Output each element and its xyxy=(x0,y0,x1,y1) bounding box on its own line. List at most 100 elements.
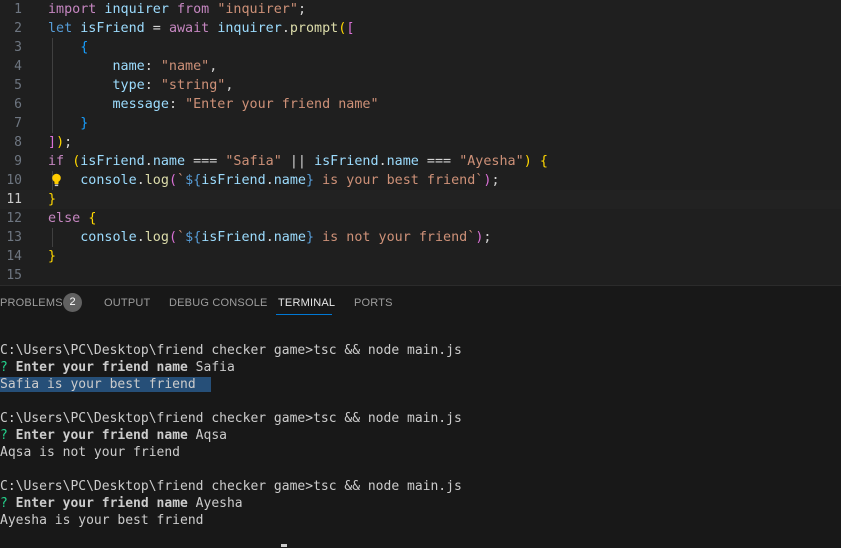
code-token: ( xyxy=(168,230,177,245)
code-token: ; xyxy=(491,173,500,188)
code-token: , xyxy=(225,78,234,93)
problems-count-badge: 2 xyxy=(63,293,82,312)
code-token: inquirer xyxy=(96,2,177,17)
code-line[interactable]: 3 { xyxy=(0,38,841,57)
code-text: { xyxy=(48,38,88,57)
code-token: || xyxy=(281,154,315,169)
code-token: else xyxy=(48,211,81,226)
code-token: . xyxy=(265,173,274,188)
code-token: if xyxy=(48,154,65,169)
terminal-output-line: Safia is your best friend xyxy=(0,376,212,393)
code-token: . xyxy=(136,230,145,245)
code-token: console xyxy=(80,173,137,188)
prompt-mark: ? xyxy=(0,428,8,443)
code-line[interactable]: 14} xyxy=(0,247,841,266)
code-token: ${ xyxy=(185,230,202,245)
code-line[interactable]: 13 console.log(`${isFriend.name} is not … xyxy=(0,228,841,247)
code-line[interactable]: 12 else { xyxy=(0,209,841,228)
code-token: isFriend xyxy=(201,173,266,188)
code-line[interactable]: 1 import inquirer from "inquirer"; xyxy=(0,0,841,19)
code-line[interactable]: 10 console.log(`${isFriend.name} is your… xyxy=(0,171,841,190)
code-text: let isFriend = await inquirer.prompt([ xyxy=(48,19,354,38)
code-token: "inquirer" xyxy=(217,2,298,17)
code-token: import xyxy=(48,2,97,17)
code-line[interactable]: 11} xyxy=(0,190,841,209)
code-line[interactable]: 8]); xyxy=(0,133,841,152)
code-token: { xyxy=(539,154,548,169)
code-token: "Safia" xyxy=(225,154,282,169)
code-token: let xyxy=(48,21,73,36)
code-token: name xyxy=(273,230,306,245)
terminal-output-line: Ayesha is your best friend xyxy=(0,513,204,528)
code-line[interactable]: 6 message: "Enter your friend name" xyxy=(0,95,841,114)
line-number: 10 xyxy=(6,173,22,188)
line-number: 14 xyxy=(6,249,22,264)
code-token: ; xyxy=(64,135,73,150)
code-token: } xyxy=(48,192,57,207)
line-number: 1 xyxy=(14,2,22,17)
tab-terminal[interactable]: TERMINAL xyxy=(278,297,335,309)
code-token: === xyxy=(418,154,460,169)
code-token: log xyxy=(144,230,169,245)
code-token: name xyxy=(273,173,306,188)
line-number: 15 xyxy=(6,268,22,283)
code-text: type: "string", xyxy=(48,76,234,95)
prompt-mark: ? xyxy=(0,496,8,511)
line-number: 5 xyxy=(14,78,22,93)
code-token: ; xyxy=(297,2,306,17)
code-token: ` xyxy=(177,173,186,188)
line-number: 8 xyxy=(14,135,22,150)
prompt-text: Enter your friend name xyxy=(15,360,188,375)
code-line[interactable]: 7 } xyxy=(0,114,841,133)
line-number: 2 xyxy=(14,21,22,36)
code-editor[interactable]: 1 import inquirer from "inquirer"; 2 let is… xyxy=(0,0,841,285)
code-token: . xyxy=(136,173,145,188)
lightbulb-icon[interactable] xyxy=(51,173,62,187)
code-token: . xyxy=(281,21,290,36)
prompt-answer: Ayesha xyxy=(195,496,243,511)
code-text: } xyxy=(48,247,56,266)
panel-tab-bar: PROBLEMS 2 OUTPUT DEBUG CONSOLE TERMINAL… xyxy=(0,286,841,320)
active-tab-indicator xyxy=(276,314,332,315)
code-token: . xyxy=(378,154,387,169)
code-token: isFriend xyxy=(80,154,145,169)
code-token: console xyxy=(80,230,137,245)
code-line[interactable]: 15 xyxy=(0,266,841,285)
code-line[interactable]: 4 name: "name", xyxy=(0,57,841,76)
code-token: : xyxy=(144,59,161,74)
code-token: [ xyxy=(346,21,355,36)
code-token: name xyxy=(112,59,145,74)
tab-ports[interactable]: PORTS xyxy=(354,297,393,309)
code-text: console.log(`${isFriend.name} is not you… xyxy=(48,228,491,247)
code-token: ; xyxy=(483,230,492,245)
prompt-answer: Aqsa xyxy=(195,428,227,443)
terminal-prompt-line: ? Enter your friend name Ayesha xyxy=(0,495,243,512)
code-token: } xyxy=(80,116,89,131)
code-text: name: "name", xyxy=(48,57,218,76)
tab-problems[interactable]: PROBLEMS xyxy=(0,297,63,309)
code-line[interactable]: 2 let isFriend = await inquirer.prompt([ xyxy=(0,19,841,38)
code-text: message: "Enter your friend name" xyxy=(48,95,379,114)
code-line[interactable]: 9 if (isFriend.name === "Safia" || isFrie… xyxy=(0,152,841,171)
terminal-output-line: Aqsa is not your friend xyxy=(0,445,181,460)
line-number: 13 xyxy=(6,230,22,245)
code-token: isFriend xyxy=(80,21,145,36)
code-text: } xyxy=(48,190,56,209)
code-token: } xyxy=(306,230,315,245)
tab-output[interactable]: OUTPUT xyxy=(104,297,150,309)
prompt-answer: Safia xyxy=(195,360,235,375)
code-token: = xyxy=(144,21,169,36)
selected-text: Safia is your best friend xyxy=(0,377,212,392)
code-token: is your best friend` xyxy=(314,173,484,188)
code-line[interactable]: 5 type: "string", xyxy=(0,76,841,95)
bottom-panel: PROBLEMS 2 OUTPUT DEBUG CONSOLE TERMINAL… xyxy=(0,285,841,548)
prompt-text: Enter your friend name xyxy=(15,428,188,443)
tab-debug-console[interactable]: DEBUG CONSOLE xyxy=(169,297,268,309)
code-token: === xyxy=(185,154,226,169)
code-text: ]); xyxy=(48,133,72,152)
code-token: prompt xyxy=(289,21,339,36)
